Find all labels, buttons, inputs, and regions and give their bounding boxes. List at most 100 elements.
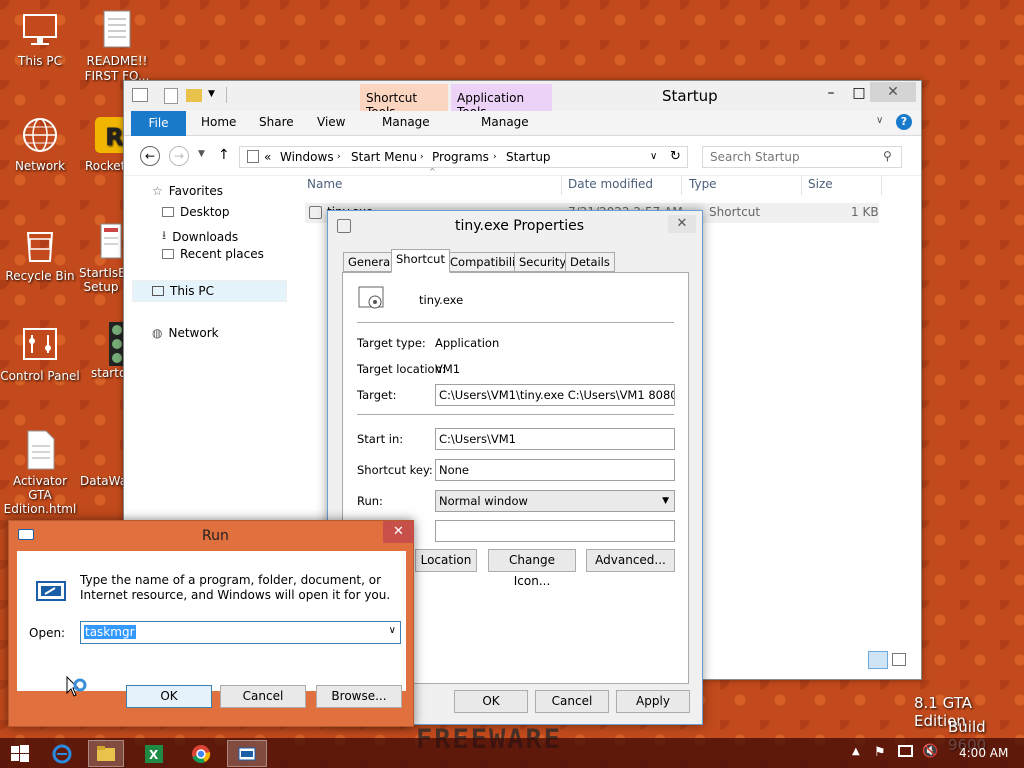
up-button[interactable]: ↑	[218, 147, 230, 163]
tab-security[interactable]: Security	[514, 252, 572, 272]
search-icon[interactable]: ⚲	[883, 149, 892, 163]
show-hidden-icons-icon[interactable]: ▲	[852, 746, 860, 757]
column-size[interactable]: Size	[808, 177, 833, 191]
cancel-button[interactable]: Cancel	[535, 690, 609, 713]
address-row: ← → ▼ ↑ « Windows › Start Menu › Program…	[124, 136, 921, 176]
desktop-icon-rocket[interactable]: R Rocket	[77, 115, 123, 174]
download-icon: ⭳	[162, 228, 167, 242]
breadcrumb-overflow[interactable]: «	[264, 147, 271, 167]
back-button[interactable]: ←	[140, 146, 160, 166]
tab-manage-shortcut[interactable]: Manage	[382, 115, 430, 129]
chevron-down-icon: ▼	[662, 496, 669, 506]
tab-home[interactable]: Home	[201, 115, 236, 129]
column-name[interactable]: Name	[307, 177, 342, 191]
taskbar: X ▲ ⚑ 🔇 4:00 AM	[0, 738, 1024, 768]
desktop-icon-activator[interactable]: Activator GTA Edition.html	[0, 430, 80, 516]
large-icons-view-icon[interactable]	[892, 653, 906, 666]
target-field[interactable]: C:\Users\VM1\tiny.exe C:\Users\VM1 8080	[435, 384, 675, 406]
breadcrumb-startup[interactable]: Startup	[506, 147, 551, 167]
nav-favorites[interactable]: ☆ Favorites	[152, 184, 223, 198]
forward-button[interactable]: →	[169, 146, 189, 166]
desktop-icon-this-pc[interactable]: This PC	[0, 10, 80, 69]
advanced-button[interactable]: Advanced...	[586, 549, 675, 572]
desktop-icon-label: Recycle Bin	[5, 269, 75, 283]
chrome-icon[interactable]	[183, 740, 219, 767]
close-button[interactable]: ✕	[668, 215, 696, 233]
target-type-label: Target type:	[357, 336, 426, 350]
search-box[interactable]: Search Startup ⚲	[702, 146, 902, 168]
desktop-icon-recycle-bin[interactable]: Recycle Bin	[0, 225, 80, 284]
ok-button[interactable]: OK	[454, 690, 528, 713]
clock[interactable]: 4:00 AM	[959, 746, 1008, 760]
cancel-button[interactable]: Cancel	[220, 685, 306, 708]
tab-details[interactable]: Details	[565, 252, 615, 272]
monitor-icon	[20, 10, 60, 50]
dialog-title: Run	[202, 528, 229, 544]
volume-muted-icon[interactable]: 🔇	[922, 744, 938, 759]
desktop-icon-network[interactable]: Network	[0, 115, 80, 174]
close-button[interactable]: ✕	[870, 82, 916, 102]
tab-file[interactable]: File	[131, 111, 186, 136]
help-icon[interactable]: ?	[896, 114, 912, 130]
open-file-location-button[interactable]: Location	[415, 549, 477, 572]
desktop-icon-startorb[interactable]: startorb	[77, 322, 123, 381]
nav-network[interactable]: ◍ Network	[152, 326, 219, 340]
refresh-icon[interactable]: ↻	[670, 147, 681, 167]
desktop-icon-startisback[interactable]: StartIsBa Setup	[77, 222, 123, 294]
action-center-flag-icon[interactable]: ⚑	[874, 745, 886, 760]
change-icon-button[interactable]: Change Icon...	[488, 549, 576, 588]
window-menu-icon[interactable]	[132, 88, 148, 102]
comment-field[interactable]	[435, 520, 675, 542]
start-in-label: Start in:	[357, 432, 404, 446]
internet-explorer-icon[interactable]	[44, 740, 80, 767]
breadcrumb-windows[interactable]: Windows	[280, 147, 334, 167]
nav-recent-places[interactable]: Recent places	[162, 247, 264, 261]
desktop-icon-readme[interactable]: README!! FIRST FO...	[77, 10, 157, 83]
search-input[interactable]: Search Startup	[710, 150, 800, 164]
open-label: Open:	[29, 626, 66, 640]
run-select[interactable]: Normal window ▼	[435, 490, 675, 512]
control-panel-icon	[20, 325, 60, 365]
excel-icon[interactable]: X	[136, 740, 172, 767]
breadcrumb-separator: ›	[337, 152, 341, 162]
tab-view[interactable]: View	[317, 115, 345, 129]
details-view-icon[interactable]	[868, 651, 888, 669]
browse-button[interactable]: Browse...	[316, 685, 402, 708]
recent-places-icon	[162, 249, 174, 259]
separator	[226, 87, 227, 103]
desktop-icon-control-panel[interactable]: Control Panel	[0, 325, 80, 384]
tab-shortcut[interactable]: Shortcut	[391, 249, 450, 273]
recent-locations-icon[interactable]: ▼	[198, 149, 205, 159]
column-divider	[681, 175, 682, 195]
shortcut-key-field[interactable]: None	[435, 459, 675, 481]
open-input[interactable]: taskmgr ∨	[80, 621, 401, 644]
tab-manage-application[interactable]: Manage	[481, 115, 529, 129]
new-folder-icon[interactable]	[186, 89, 202, 102]
file-size: 1 KB	[851, 205, 879, 219]
desktop-icon-datawa[interactable]: DataWa	[77, 474, 123, 489]
address-bar[interactable]: « Windows › Start Menu › Programs › Star…	[239, 146, 688, 168]
start-in-field[interactable]: C:\Users\VM1	[435, 428, 675, 450]
nav-desktop[interactable]: Desktop	[162, 205, 230, 219]
run-icon[interactable]	[227, 740, 267, 767]
chevron-down-icon[interactable]: ∨	[876, 115, 883, 126]
network-status-icon[interactable]	[898, 745, 913, 757]
properties-icon[interactable]	[164, 88, 178, 104]
tab-application-tools[interactable]: Application Tools	[451, 84, 552, 119]
breadcrumb-start-menu[interactable]: Start Menu	[351, 147, 417, 167]
chevron-down-icon[interactable]: ∨	[389, 625, 396, 636]
chevron-down-icon[interactable]: ∨	[650, 147, 657, 167]
column-date-modified[interactable]: Date modified	[568, 177, 653, 191]
apply-button[interactable]: Apply	[616, 690, 690, 713]
file-explorer-icon[interactable]	[88, 740, 124, 767]
column-type[interactable]: Type	[689, 177, 717, 191]
nav-this-pc[interactable]: This PC	[152, 284, 214, 298]
chevron-down-icon[interactable]: ▼	[208, 89, 215, 99]
ok-button[interactable]: OK	[126, 685, 212, 708]
tab-share[interactable]: Share	[259, 115, 294, 129]
breadcrumb-programs[interactable]: Programs	[432, 147, 489, 167]
close-button[interactable]: ✕	[383, 521, 414, 543]
tab-shortcut-tools[interactable]: Shortcut Tools	[360, 84, 448, 119]
start-icon[interactable]	[2, 740, 38, 767]
nav-downloads[interactable]: ⭳ Downloads	[162, 226, 238, 247]
